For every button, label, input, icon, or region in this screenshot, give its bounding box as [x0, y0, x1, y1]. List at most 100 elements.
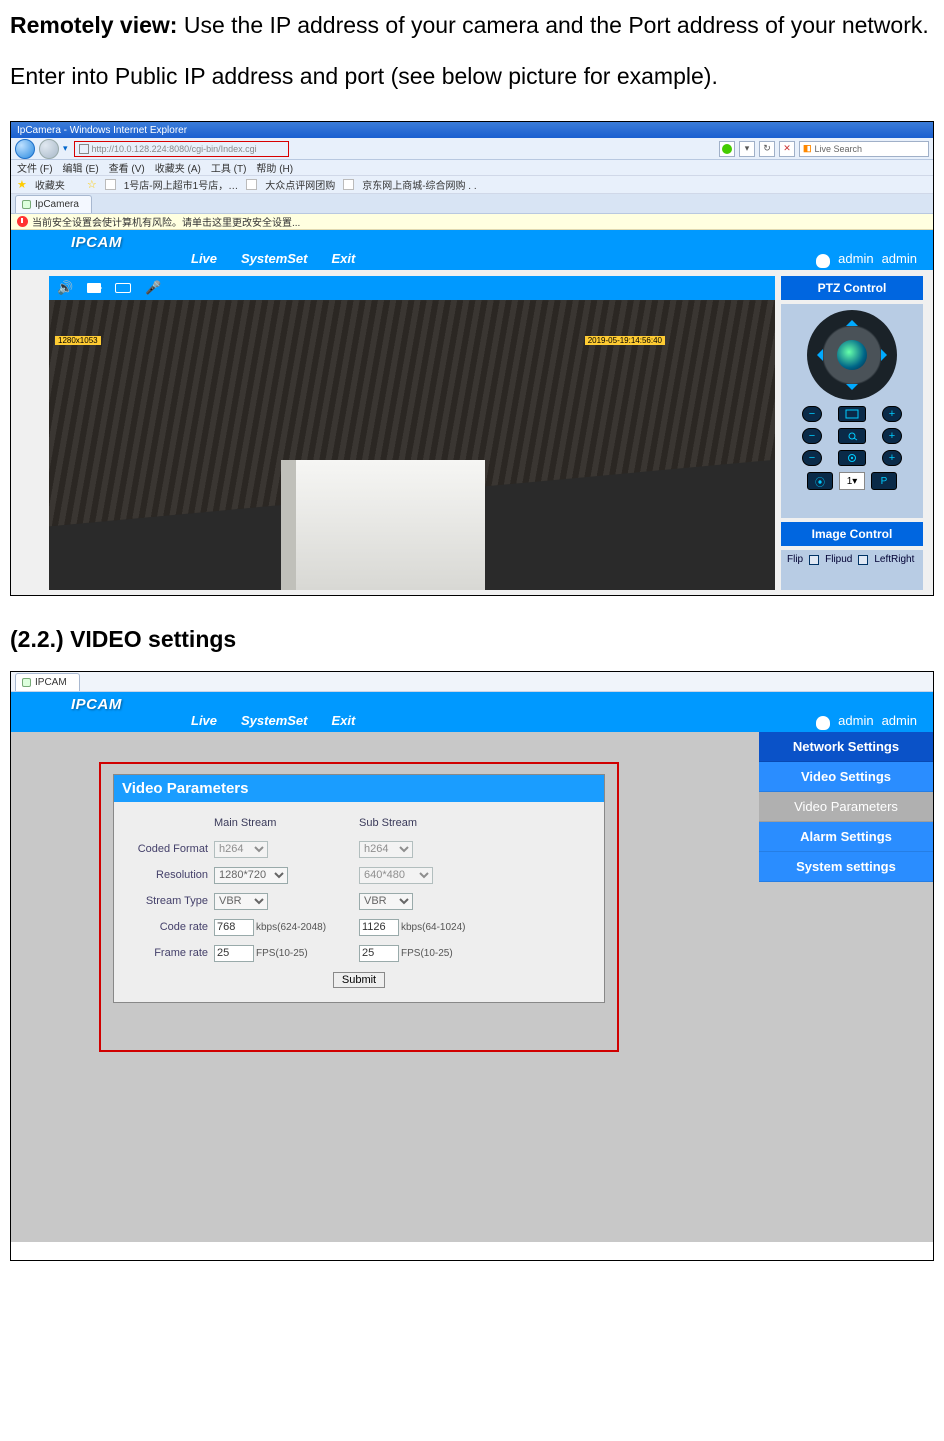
main-coderate-input[interactable] — [214, 919, 254, 936]
preset-select[interactable]: 1 ▾ — [839, 472, 865, 490]
snapshot-icon[interactable] — [115, 283, 131, 293]
menu-favorites[interactable]: 收藏夹 (A) — [155, 160, 201, 175]
settings-main: Video Parameters Main Stream Coded Forma… — [11, 732, 759, 1242]
user-info: admin admin — [816, 251, 917, 266]
sub-streamtype-select[interactable]: VBR — [359, 893, 413, 910]
sidebar-video-settings[interactable]: Video Settings — [759, 762, 933, 792]
submit-button[interactable]: Submit — [333, 972, 385, 988]
tab-ipcam[interactable]: IPCAM — [15, 673, 80, 691]
menu-file[interactable]: 文件 (F) — [17, 160, 53, 175]
sidebar-video-parameters[interactable]: Video Parameters — [759, 792, 933, 822]
favorites-star-icon[interactable]: ★ — [17, 178, 27, 191]
forward-button[interactable] — [39, 139, 59, 159]
sidebar-system-settings[interactable]: System settings — [759, 852, 933, 882]
flipud-checkbox[interactable] — [809, 555, 819, 565]
ptz-left-button[interactable] — [811, 349, 823, 361]
menu-view[interactable]: 查看 (V) — [109, 160, 145, 175]
focus-out-button[interactable]: − — [802, 428, 822, 444]
back-button[interactable] — [15, 139, 35, 159]
sub-coded-select[interactable]: h264 — [359, 841, 413, 858]
fav-add-icon[interactable]: ☆ — [87, 178, 97, 191]
ipcam-navbar: IPCAM Live SystemSet Exit admin admin — [11, 230, 933, 270]
image-control-header[interactable]: Image Control — [781, 522, 923, 546]
nav-dropdown-icon[interactable]: ▾ — [63, 143, 68, 154]
video-image-duct — [296, 460, 485, 591]
section-heading-video-settings: (2.2.) VIDEO settings — [10, 626, 934, 653]
sub-coderate-input[interactable] — [359, 919, 399, 936]
nav-exit[interactable]: Exit — [332, 251, 356, 266]
nav-live[interactable]: Live — [191, 251, 217, 266]
ptz-panel-header[interactable]: PTZ Control — [781, 276, 923, 300]
tab-ipcamera[interactable]: IpCamera — [15, 195, 92, 213]
fav-item-2[interactable]: 大众点评网团购 — [265, 177, 335, 192]
menu-edit[interactable]: 编辑 (E) — [63, 160, 99, 175]
ie-favorites-bar: ★ 收藏夹 ☆ 1号店-网上超市1号店，… 大众点评网团购 京东网上商城-综合网… — [11, 176, 933, 194]
nav-systemset[interactable]: SystemSet — [241, 251, 307, 266]
user-icon — [816, 716, 830, 730]
warning-icon — [17, 216, 28, 227]
user-name: admin — [838, 251, 873, 266]
sub-coderate-unit: kbps(64-1024) — [401, 922, 465, 933]
ie-menu-bar: 文件 (F) 编辑 (E) 查看 (V) 收藏夹 (A) 工具 (T) 帮助 (… — [11, 160, 933, 176]
main-coded-select[interactable]: h264 — [214, 841, 268, 858]
favorites-label: 收藏夹 — [35, 177, 65, 192]
go-dropdown[interactable]: ▾ — [739, 141, 755, 157]
ptz-up-button[interactable] — [846, 314, 858, 326]
nav-live[interactable]: Live — [191, 713, 217, 728]
nav-exit[interactable]: Exit — [332, 713, 356, 728]
main-resolution-select[interactable]: 1280*720 — [214, 867, 288, 884]
fav-item-1[interactable]: 1号店-网上超市1号店，… — [124, 177, 238, 192]
zoom-out-button[interactable]: − — [802, 406, 822, 422]
record-icon[interactable] — [87, 283, 101, 293]
iris-in-button[interactable]: + — [882, 450, 902, 466]
search-box[interactable]: ◧ Live Search — [799, 141, 929, 157]
page-icon — [79, 144, 89, 154]
address-bar[interactable]: http://10.0.128.224:8080/cgi-bin/Index.c… — [74, 141, 289, 157]
nav-systemset[interactable]: SystemSet — [241, 713, 307, 728]
code-rate-label: Code rate — [128, 921, 214, 933]
compat-button[interactable] — [719, 141, 735, 157]
speaker-icon[interactable]: 🔊 — [57, 280, 73, 296]
zoom-in-button[interactable]: + — [882, 406, 902, 422]
video-column: 🔊 🎤 1280x1053 2019-05-19:14:56:40 — [49, 276, 775, 590]
focus-in-button[interactable]: + — [882, 428, 902, 444]
sub-resolution-select[interactable]: 640*480 — [359, 867, 433, 884]
sub-framerate-unit: FPS(10-25) — [401, 948, 453, 959]
menu-help[interactable]: 帮助 (H) — [256, 160, 293, 175]
ptz-center-icon — [837, 340, 867, 370]
sidebar-alarm-settings[interactable]: Alarm Settings — [759, 822, 933, 852]
search-provider-icon: ◧ — [803, 143, 812, 154]
video-frame: 1280x1053 2019-05-19:14:56:40 — [49, 300, 775, 590]
video-parameters-title: Video Parameters — [114, 775, 604, 802]
sub-framerate-input[interactable] — [359, 945, 399, 962]
flip-label: Flip — [787, 554, 803, 565]
zoom-icon — [838, 406, 866, 422]
main-streamtype-select[interactable]: VBR — [214, 893, 268, 910]
tab-favicon — [22, 200, 31, 209]
ptz-panel-body: − + − + − + ⦿ — [781, 304, 923, 518]
settings-sidebar: Network Settings Video Settings Video Pa… — [759, 732, 933, 1242]
ptz-down-button[interactable] — [846, 384, 858, 396]
right-panel: PTZ Control − + − — [781, 276, 923, 590]
leftright-label: LeftRight — [874, 554, 914, 565]
ie-title-text: IpCamera - Windows Internet Explorer — [17, 125, 187, 136]
preset-set-button[interactable]: P — [871, 472, 897, 490]
sub-stream-header: Sub Stream — [359, 817, 417, 829]
preset-call-button[interactable]: ⦿ — [807, 472, 833, 490]
main-framerate-input[interactable] — [214, 945, 254, 962]
leftright-checkbox[interactable] — [858, 555, 868, 565]
ie-security-warning[interactable]: 当前安全设置会使计算机有风险。请单击这里更改安全设置... — [11, 214, 933, 230]
refresh-button[interactable]: ↻ — [759, 141, 775, 157]
video-parameters-highlight: Video Parameters Main Stream Coded Forma… — [99, 762, 619, 1052]
iris-out-button[interactable]: − — [802, 450, 822, 466]
user-info: admin admin — [816, 713, 917, 728]
fav-item-3[interactable]: 京东网上商城-综合网购 . . — [362, 177, 476, 192]
frame-rate-label: Frame rate — [128, 947, 214, 959]
ptz-right-button[interactable] — [881, 349, 893, 361]
sidebar-network-settings[interactable]: Network Settings — [759, 732, 933, 762]
menu-tools[interactable]: 工具 (T) — [211, 160, 247, 175]
stop-button[interactable]: ✕ — [779, 141, 795, 157]
mic-icon[interactable]: 🎤 — [145, 280, 161, 296]
stream-type-label: Stream Type — [128, 895, 214, 907]
user-role: admin — [882, 713, 917, 728]
